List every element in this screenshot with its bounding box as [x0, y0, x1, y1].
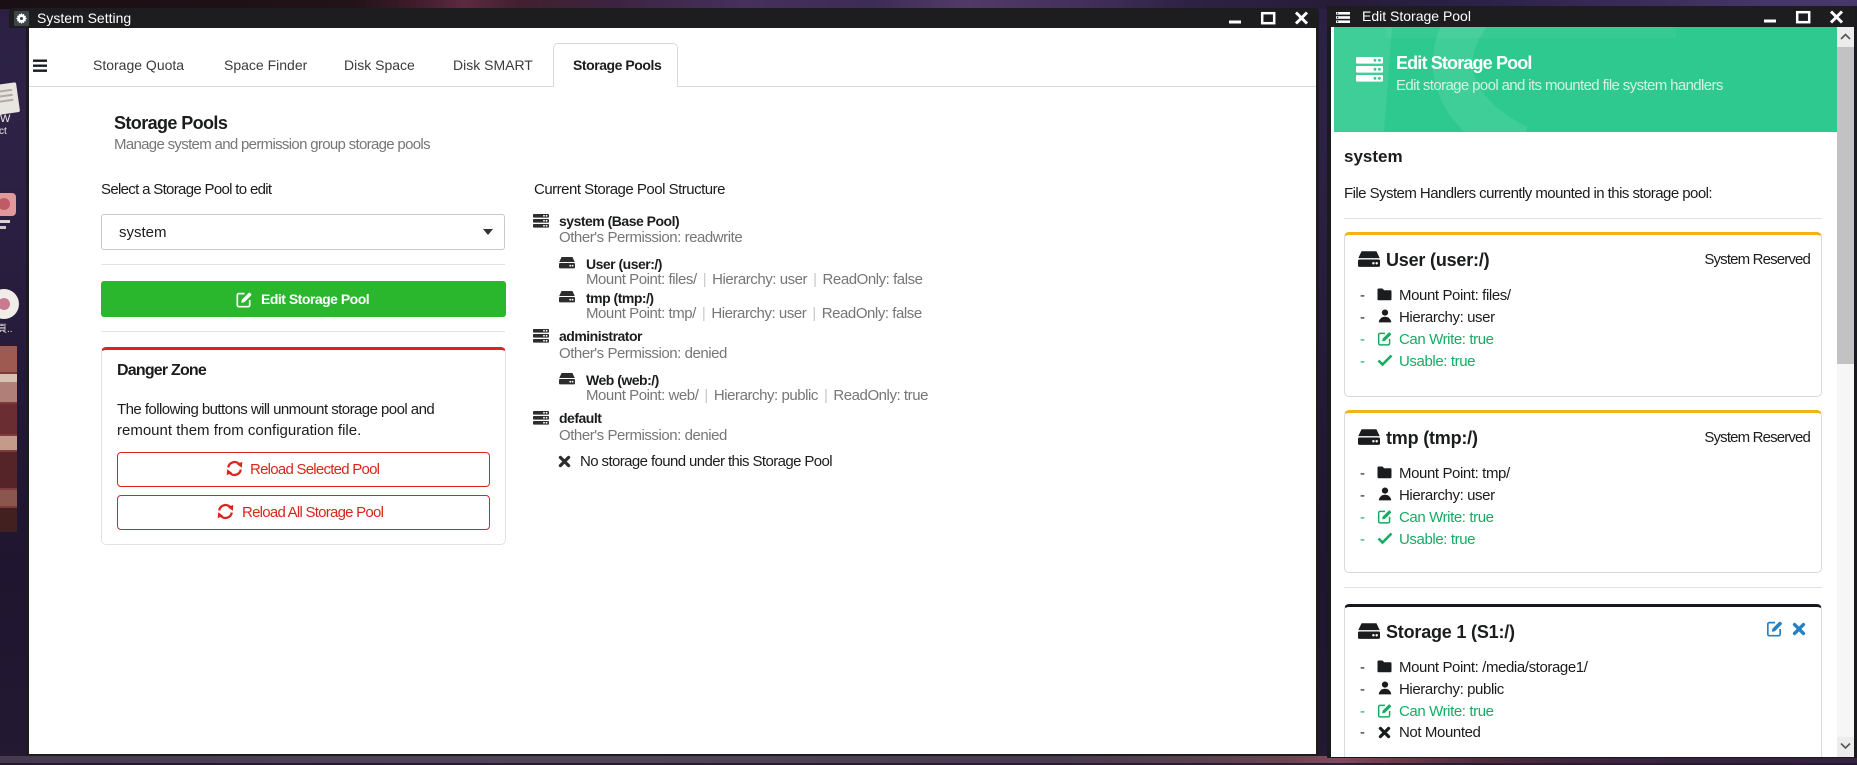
svg-text:W: W [0, 113, 11, 125]
svg-text:ct: ct [0, 126, 7, 137]
svg-text:頁..: 頁.. [0, 323, 13, 335]
